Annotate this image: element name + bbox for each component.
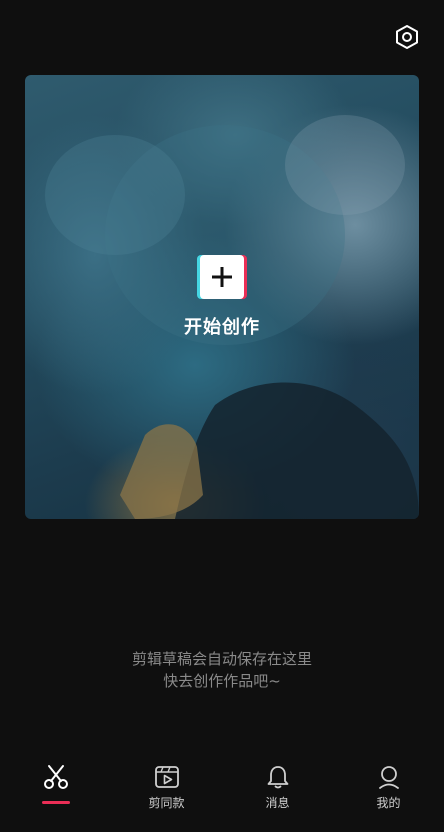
profile-icon bbox=[378, 766, 399, 789]
nav-item-templates[interactable]: 剪同款 bbox=[127, 750, 207, 811]
empty-hint-line-1: 剪辑草稿会自动保存在这里 bbox=[131, 650, 312, 668]
plus-tile bbox=[197, 255, 247, 299]
empty-drafts-message: 剪辑草稿会自动保存在这里 快去创作作品吧~ bbox=[0, 648, 444, 692]
start-create-button[interactable]: 开始创作 bbox=[25, 255, 419, 339]
active-tab-indicator bbox=[41, 801, 70, 804]
bottom-navigation: 剪同款 消息 我的 bbox=[0, 750, 444, 832]
scissors-icon bbox=[43, 765, 68, 789]
nav-label-profile: 我的 bbox=[376, 796, 401, 810]
template-play-icon bbox=[154, 766, 179, 788]
nav-item-messages[interactable]: 消息 bbox=[238, 750, 318, 811]
create-banner[interactable]: 开始创作 bbox=[25, 75, 419, 519]
settings-hexagon-icon bbox=[396, 25, 418, 49]
start-create-label: 开始创作 bbox=[184, 317, 260, 338]
nav-label-templates: 剪同款 bbox=[148, 796, 185, 810]
bell-icon bbox=[267, 766, 288, 789]
nav-item-profile[interactable]: 我的 bbox=[349, 750, 429, 811]
empty-hint-line-2: 快去创作作品吧~ bbox=[163, 672, 281, 690]
nav-label-messages: 消息 bbox=[265, 796, 290, 810]
nav-item-edit[interactable] bbox=[16, 750, 96, 804]
plus-icon bbox=[212, 267, 232, 287]
settings-button[interactable] bbox=[392, 22, 422, 52]
